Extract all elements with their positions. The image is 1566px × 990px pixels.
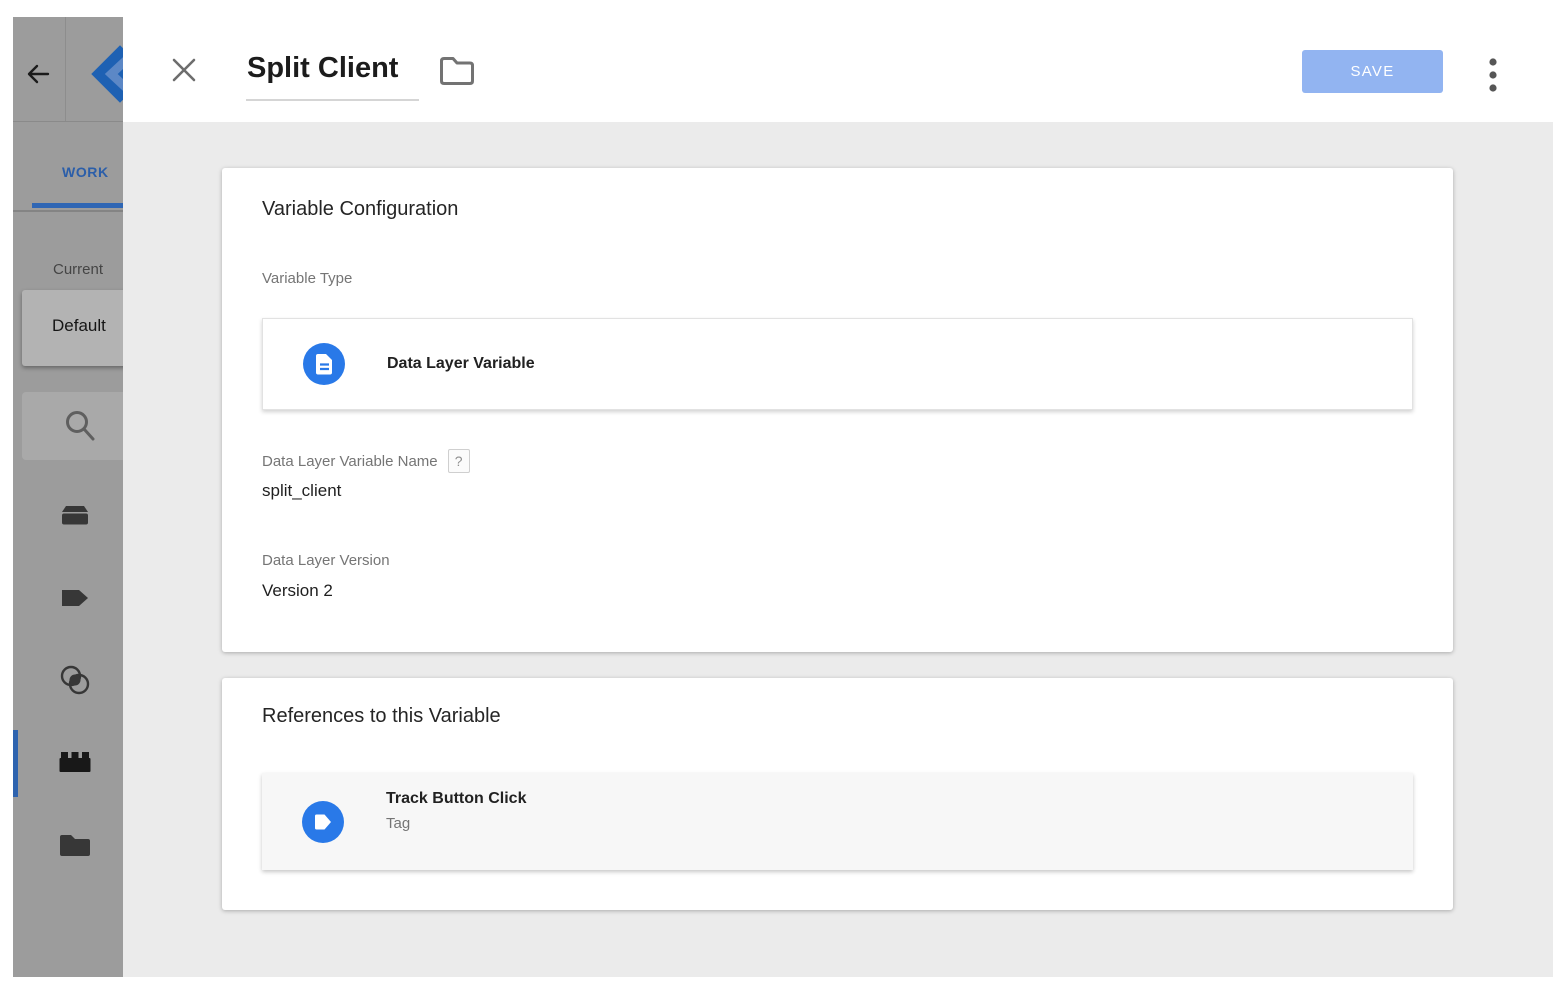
sidebar-item-tags[interactable] [58,581,92,615]
close-button[interactable] [170,56,198,84]
title-underline [246,99,419,101]
tag-icon [302,801,344,843]
kebab-menu-icon [1483,53,1503,99]
move-to-folder-button[interactable] [438,55,476,86]
variable-type-label: Variable Type [262,270,352,287]
reference-text: Track Button Click Tag [386,790,526,832]
sidebar-dimmed: WORK Current Default [13,17,123,977]
workspace-tabbar: WORK [13,122,123,212]
variable-type-card[interactable]: Data Layer Variable [262,318,1413,410]
data-layer-variable-name-label: Data Layer Variable Name [262,453,438,470]
trigger-icon [58,663,92,697]
workspace-name: Default [52,316,106,336]
app-header [13,17,123,122]
variable-configuration-card: Variable Configuration Variable Type Dat… [222,168,1453,652]
tab-workspace[interactable]: WORK [62,164,109,180]
variable-editor-header: Split Client SAVE [123,0,1566,122]
workspace-selector[interactable]: Default [22,290,123,366]
overview-icon [58,498,92,532]
reference-type: Tag [386,815,526,832]
data-layer-variable-name-row: Data Layer Variable Name ? [262,449,470,473]
reference-title: Track Button Click [386,790,526,808]
data-layer-variable-name-value: split_client [262,481,341,501]
help-icon[interactable]: ? [448,449,470,473]
document-icon [303,343,345,385]
variable-configuration-heading: Variable Configuration [262,198,458,221]
variables-brick-icon [58,746,92,780]
sidebar-item-variables[interactable] [58,746,92,780]
variable-editor-body: Variable Configuration Variable Type Dat… [123,122,1553,977]
reference-row[interactable]: Track Button Click Tag [262,773,1413,870]
tag-icon [58,581,92,615]
sidebar-item-overview[interactable] [58,498,92,532]
save-button[interactable]: SAVE [1302,50,1443,93]
active-tab-indicator [32,203,123,208]
kebab-menu-button[interactable] [1483,53,1503,99]
search-input[interactable] [22,392,123,460]
gtm-logo-icon[interactable] [90,44,123,104]
active-nav-indicator [13,730,18,797]
data-layer-version-label: Data Layer Version [262,552,390,569]
folder-outline-icon [438,55,476,86]
variable-type-name: Data Layer Variable [387,319,535,409]
back-arrow-icon [25,61,51,87]
variable-title-input[interactable]: Split Client [247,52,398,85]
references-card: References to this Variable Track Button… [222,678,1453,910]
search-icon [62,407,98,445]
header-divider [65,17,66,121]
close-icon [170,56,198,84]
back-button[interactable] [25,61,51,87]
current-workspace-label: Current [53,261,103,278]
references-heading: References to this Variable [262,705,501,728]
sidebar-item-triggers[interactable] [58,663,92,697]
data-layer-version-value: Version 2 [262,581,333,601]
folder-icon [58,828,92,862]
sidebar-item-folders[interactable] [58,828,92,862]
